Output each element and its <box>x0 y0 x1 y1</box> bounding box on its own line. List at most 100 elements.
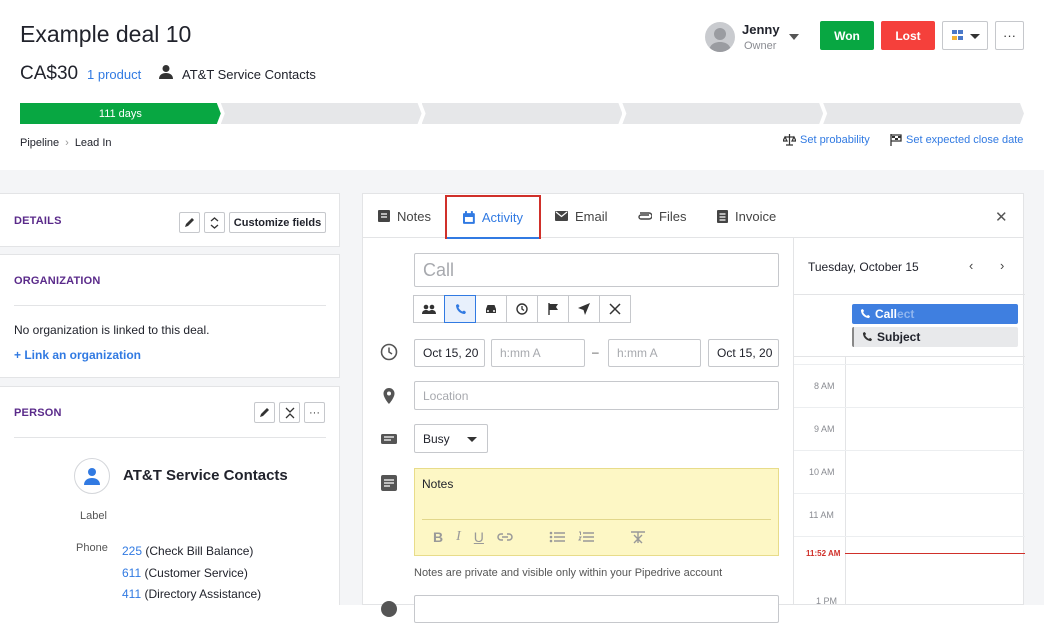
start-date-input[interactable]: Oct 15, 20 <box>414 339 485 367</box>
chevron-down-icon <box>467 437 477 442</box>
underline-icon[interactable]: U <box>474 529 484 545</box>
assignee-select[interactable] <box>414 595 779 623</box>
invoice-icon <box>717 209 728 223</box>
end-time-placeholder: h:mm A <box>617 346 658 360</box>
pipeline-stage[interactable] <box>823 103 1024 124</box>
link-organization-link[interactable]: + Link an organization <box>14 348 141 362</box>
type-email-button[interactable] <box>568 295 600 323</box>
tab-invoice-label: Invoice <box>735 208 777 224</box>
type-flag-button[interactable] <box>537 295 569 323</box>
phone-desc: (Directory Assistance) <box>144 587 262 601</box>
tab-email[interactable]: Email <box>555 194 608 238</box>
calendar-date: Tuesday, October 15 <box>808 260 919 274</box>
divider <box>794 294 1025 295</box>
chevron-left-icon[interactable]: ‹ <box>969 258 973 273</box>
phone-list: 225 (Check Bill Balance) 611 (Customer S… <box>122 541 261 606</box>
tab-invoice[interactable]: Invoice <box>717 194 776 238</box>
clear-format-icon[interactable] <box>630 530 646 544</box>
notes-editor[interactable]: Notes B I U <box>414 468 779 556</box>
more-button[interactable]: ··· <box>304 402 325 423</box>
expand-button[interactable] <box>204 212 225 233</box>
clock-icon <box>516 303 528 315</box>
chevron-down-icon[interactable] <box>789 34 799 40</box>
calendar-event-subject[interactable]: Subject <box>852 327 1018 347</box>
person-name[interactable]: AT&T Service Contacts <box>123 467 288 484</box>
person-icon <box>84 468 100 485</box>
type-deadline-button[interactable] <box>506 295 538 323</box>
italic-icon[interactable]: I <box>456 529 461 545</box>
person-icon <box>381 601 397 617</box>
owner-name[interactable]: Jenny <box>742 22 780 37</box>
person-avatar <box>74 458 110 494</box>
numbered-list-icon[interactable] <box>577 531 594 543</box>
set-close-date-link[interactable]: Set expected close date <box>890 134 1023 146</box>
phone-desc: (Customer Service) <box>144 565 248 580</box>
type-lunch-button[interactable] <box>599 295 631 323</box>
end-time-input[interactable]: h:mm A <box>608 339 701 367</box>
edit-button[interactable] <box>254 402 275 423</box>
scale-icon <box>783 134 796 146</box>
end-date-input[interactable]: Oct 15, 20 <box>708 339 779 367</box>
hour-label: 10 AM <box>809 467 835 477</box>
collapse-button[interactable] <box>279 402 300 423</box>
breadcrumb-pipeline[interactable]: Pipeline <box>20 137 59 149</box>
won-button[interactable]: Won <box>820 21 874 50</box>
organization-card: ORGANIZATION No organization is linked t… <box>0 254 340 378</box>
divider <box>14 437 326 438</box>
busy-value: Busy <box>423 431 450 446</box>
details-card: DETAILS Customize fields <box>0 193 340 247</box>
location-input[interactable]: Location <box>414 381 779 410</box>
busy-select[interactable]: Busy <box>414 424 488 453</box>
note-icon <box>378 210 390 222</box>
set-close-date-label: Set expected close date <box>906 134 1024 146</box>
type-meeting-button[interactable] <box>413 295 445 323</box>
flag-icon <box>890 134 902 146</box>
customize-fields-button[interactable]: Customize fields <box>229 212 326 233</box>
bullet-list-icon[interactable] <box>549 531 565 543</box>
tab-activity[interactable]: Activity <box>445 195 541 239</box>
phone-item: 411 (Directory Assistance) <box>122 584 261 606</box>
products-link[interactable]: 1 product <box>87 67 141 82</box>
owner-role: Owner <box>744 40 777 52</box>
tab-activity-label: Activity <box>481 209 523 225</box>
phone-number[interactable]: 611 <box>122 566 141 580</box>
person-icon <box>159 65 173 79</box>
phone-item: 225 (Check Bill Balance) <box>122 541 261 563</box>
link-icon[interactable] <box>497 532 513 542</box>
owner-avatar[interactable] <box>705 22 735 52</box>
edit-button[interactable] <box>179 212 200 233</box>
calendar-icon <box>463 210 475 224</box>
call-icon <box>455 303 466 314</box>
calendar-event-call[interactable]: Call ect <box>852 304 1018 324</box>
subject-input[interactable]: Call <box>414 253 779 287</box>
tab-notes[interactable]: Notes <box>378 194 431 238</box>
deal-header: Example deal 10 CA$30 1 product AT&T Ser… <box>0 0 1044 170</box>
breadcrumb-stage[interactable]: Lead In <box>75 137 112 149</box>
tab-files[interactable]: Files <box>637 194 686 238</box>
bold-icon[interactable]: B <box>433 529 443 545</box>
phone-number[interactable]: 225 <box>122 544 142 558</box>
more-button[interactable]: ··· <box>995 21 1024 50</box>
day-calendar: Tuesday, October 15 ‹ › Call ect Subject … <box>793 238 1025 606</box>
start-time-input[interactable]: h:mm A <box>491 339 585 367</box>
set-probability-link[interactable]: Set probability <box>783 134 870 146</box>
type-call-button[interactable] <box>444 295 476 323</box>
view-switch-button[interactable] <box>942 21 988 50</box>
pipeline-stage[interactable] <box>221 103 422 124</box>
chevron-right-icon[interactable]: › <box>1000 258 1004 273</box>
person-link[interactable]: AT&T Service Contacts <box>182 67 316 82</box>
lost-button[interactable]: Lost <box>881 21 935 50</box>
phone-number[interactable]: 411 <box>122 587 141 601</box>
pipeline-stage[interactable] <box>622 103 823 124</box>
deal-title[interactable]: Example deal 10 <box>20 21 191 48</box>
chevron-updown-icon <box>210 216 219 229</box>
close-icon[interactable]: ✕ <box>995 208 1008 226</box>
notes-icon <box>381 475 397 491</box>
pipeline-stage[interactable] <box>422 103 623 124</box>
event-label: Subject <box>877 330 921 344</box>
type-task-button[interactable] <box>475 295 507 323</box>
pipeline-stage-active[interactable]: 111 days <box>20 103 221 124</box>
deal-amount[interactable]: CA$30 <box>20 63 78 85</box>
event-label: Call <box>875 307 898 321</box>
set-probability-label: Set probability <box>800 134 870 146</box>
